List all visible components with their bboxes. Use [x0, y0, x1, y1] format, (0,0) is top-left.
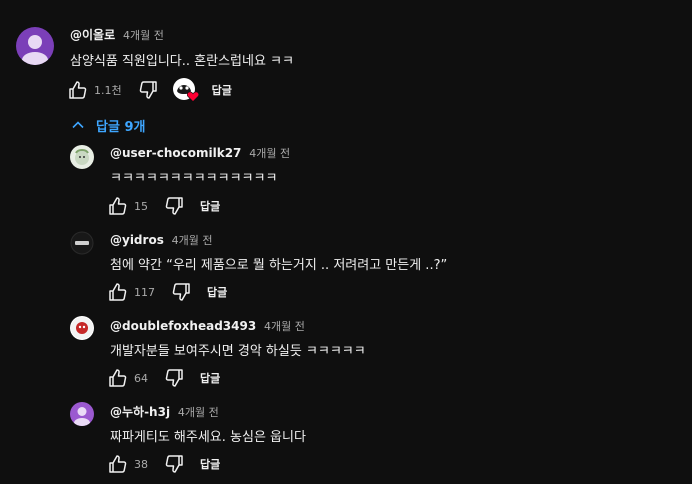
character-avatar-icon: [71, 317, 93, 339]
comment-header: @이올로 4개월 전: [70, 26, 164, 43]
timestamp[interactable]: 4개월 전: [264, 320, 305, 333]
dislike-icon[interactable]: [162, 366, 186, 390]
like-count: 117: [134, 285, 155, 299]
like-icon[interactable]: [106, 452, 130, 476]
reply-button[interactable]: 답글: [200, 198, 220, 214]
like-icon[interactable]: [106, 366, 130, 390]
user-silhouette-icon: [74, 407, 90, 426]
avatar[interactable]: [70, 316, 94, 340]
logo-avatar-icon: [70, 231, 94, 255]
reply-actions: 38 답글: [106, 452, 220, 476]
replies-toggle-label: 답글 9개: [96, 119, 146, 135]
creator-heart-badge: [172, 77, 199, 103]
dislike-icon[interactable]: [136, 78, 160, 102]
timestamp[interactable]: 4개월 전: [123, 29, 164, 42]
like-count: 15: [134, 199, 148, 213]
timestamp[interactable]: 4개월 전: [178, 406, 219, 419]
author-name[interactable]: @누하-h3j: [110, 405, 170, 419]
heart-icon: [186, 91, 199, 102]
reply-button[interactable]: 답글: [212, 82, 232, 98]
chevron-up-icon: [72, 121, 84, 129]
reply-button[interactable]: 답글: [200, 456, 220, 472]
character-avatar-icon: [75, 149, 89, 165]
reply-button[interactable]: 답글: [207, 284, 227, 300]
replies-toggle-button[interactable]: 답글 9개: [70, 113, 145, 137]
like-count: 38: [134, 457, 148, 471]
timestamp[interactable]: 4개월 전: [249, 147, 290, 160]
author-name[interactable]: @yidros: [110, 233, 164, 247]
reply-header: @누하-h3j 4개월 전: [110, 403, 219, 420]
reply-actions: 117 답글: [106, 280, 227, 304]
comments-section: @이올로 4개월 전 삼양식품 직원입니다.. 혼란스럽네요 ㅋㅋ 1.1천 답…: [0, 0, 692, 484]
avatar[interactable]: [70, 402, 94, 426]
dislike-icon[interactable]: [162, 452, 186, 476]
reply-header: @user-chocomilk27 4개월 전: [110, 145, 290, 161]
comment-actions: 1.1천 답글: [66, 78, 232, 102]
like-icon[interactable]: [106, 280, 130, 304]
author-name[interactable]: @이올로: [70, 28, 115, 42]
user-silhouette-icon: [22, 35, 48, 65]
reply-actions: 15 답글: [106, 194, 220, 218]
reply-text: 짜파게티도 해주세요. 농심은 웁니다: [110, 430, 306, 445]
like-count: 64: [134, 371, 148, 385]
avatar[interactable]: [16, 27, 54, 65]
reply-actions: 64 답글: [106, 366, 220, 390]
timestamp[interactable]: 4개월 전: [172, 234, 213, 247]
like-icon[interactable]: [66, 78, 90, 102]
author-name[interactable]: @user-chocomilk27: [110, 146, 241, 160]
dislike-icon[interactable]: [169, 280, 193, 304]
reply-text: 첨에 약간 “우리 제품으로 뭘 하는거지 .. 저려려고 만든게 ..?”: [110, 258, 448, 273]
like-count: 1.1천: [94, 84, 122, 97]
like-icon[interactable]: [106, 194, 130, 218]
dislike-icon[interactable]: [162, 194, 186, 218]
reply-text: ㅋㅋㅋㅋㅋㅋㅋㅋㅋㅋㅋㅋㅋㅋ: [110, 171, 278, 186]
author-name[interactable]: @doublefoxhead3493: [110, 319, 256, 333]
reply-header: @doublefoxhead3493 4개월 전: [110, 318, 305, 334]
reply-button[interactable]: 답글: [200, 370, 220, 386]
avatar[interactable]: [70, 231, 94, 255]
reply-header: @yidros 4개월 전: [110, 232, 213, 248]
reply-text: 개발자분들 보여주시면 경악 하실듯 ㅋㅋㅋㅋㅋ: [110, 344, 366, 359]
comment-text: 삼양식품 직원입니다.. 혼란스럽네요 ㅋㅋ: [70, 54, 294, 69]
avatar[interactable]: [70, 145, 94, 169]
